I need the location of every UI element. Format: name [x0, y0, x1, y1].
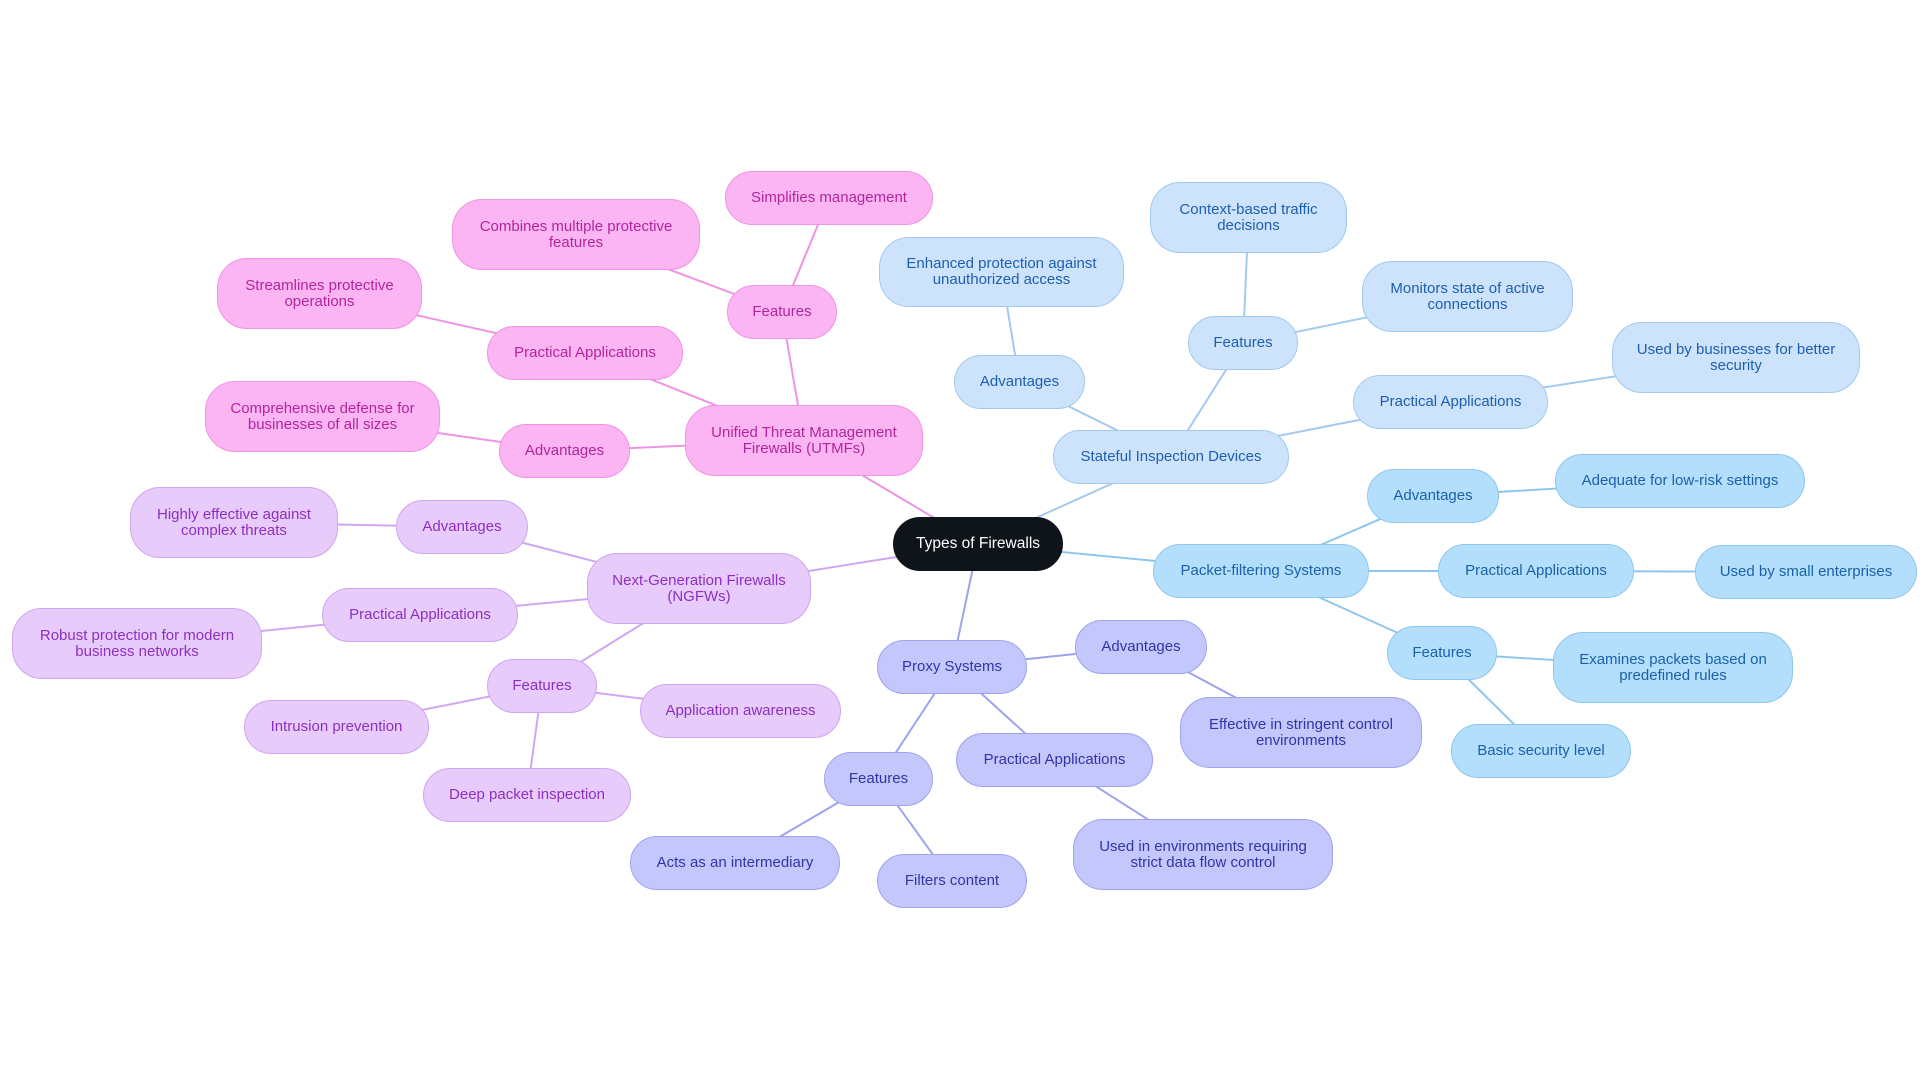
packet-advantage-item[interactable]: Adequate for low-risk settings	[1555, 454, 1805, 508]
utmf-feature-item[interactable]: Simplifies management	[725, 171, 933, 225]
packet-feature-item[interactable]: Basic security level	[1451, 724, 1631, 778]
ngfw-feature-item[interactable]: Deep packet inspection	[423, 768, 631, 822]
proxy-advantage-item[interactable]: Effective in stringent control environme…	[1180, 697, 1422, 768]
proxy-feature-item[interactable]: Filters content	[877, 854, 1027, 908]
stateful-application-item[interactable]: Used by businesses for better security	[1612, 322, 1860, 393]
ngfw-features[interactable]: Features	[487, 659, 597, 713]
ngfw-application-item[interactable]: Robust protection for modern business ne…	[12, 608, 262, 679]
ngfw-practical-applications[interactable]: Practical Applications	[322, 588, 518, 642]
ngfw-advantage-item[interactable]: Highly effective against complex threats	[130, 487, 338, 558]
stateful-feature-item[interactable]: Monitors state of active connections	[1362, 261, 1573, 332]
stateful-features[interactable]: Features	[1188, 316, 1298, 370]
branch-next-generation-firewalls[interactable]: Next-Generation Firewalls (NGFWs)	[587, 553, 811, 624]
packet-practical-applications[interactable]: Practical Applications	[1438, 544, 1634, 598]
proxy-features[interactable]: Features	[824, 752, 933, 806]
packet-advantages[interactable]: Advantages	[1367, 469, 1499, 523]
packet-application-item[interactable]: Used by small enterprises	[1695, 545, 1917, 599]
utmf-advantages[interactable]: Advantages	[499, 424, 630, 478]
proxy-practical-applications[interactable]: Practical Applications	[956, 733, 1153, 787]
utmf-practical-applications[interactable]: Practical Applications	[487, 326, 683, 380]
root-node[interactable]: Types of Firewalls	[893, 517, 1063, 571]
branch-unified-threat-management[interactable]: Unified Threat Management Firewalls (UTM…	[685, 405, 923, 476]
utmf-feature-item[interactable]: Combines multiple protective features	[452, 199, 700, 270]
packet-features[interactable]: Features	[1387, 626, 1497, 680]
branch-stateful-inspection[interactable]: Stateful Inspection Devices	[1053, 430, 1289, 484]
utmf-application-item[interactable]: Streamlines protective operations	[217, 258, 422, 329]
stateful-feature-item[interactable]: Context-based traffic decisions	[1150, 182, 1347, 253]
ngfw-feature-item[interactable]: Application awareness	[640, 684, 841, 738]
stateful-advantage-item[interactable]: Enhanced protection against unauthorized…	[879, 237, 1124, 307]
proxy-feature-item[interactable]: Acts as an intermediary	[630, 836, 840, 890]
utmf-features[interactable]: Features	[727, 285, 837, 339]
branch-proxy-systems[interactable]: Proxy Systems	[877, 640, 1027, 694]
packet-feature-item[interactable]: Examines packets based on predefined rul…	[1553, 632, 1793, 703]
branch-packet-filtering[interactable]: Packet-filtering Systems	[1153, 544, 1369, 598]
ngfw-feature-item[interactable]: Intrusion prevention	[244, 700, 429, 754]
stateful-practical-applications[interactable]: Practical Applications	[1353, 375, 1548, 429]
stateful-advantages[interactable]: Advantages	[954, 355, 1085, 409]
ngfw-advantages[interactable]: Advantages	[396, 500, 528, 554]
utmf-advantage-item[interactable]: Comprehensive defense for businesses of …	[205, 381, 440, 452]
proxy-application-item[interactable]: Used in environments requiring strict da…	[1073, 819, 1333, 890]
proxy-advantages[interactable]: Advantages	[1075, 620, 1207, 674]
